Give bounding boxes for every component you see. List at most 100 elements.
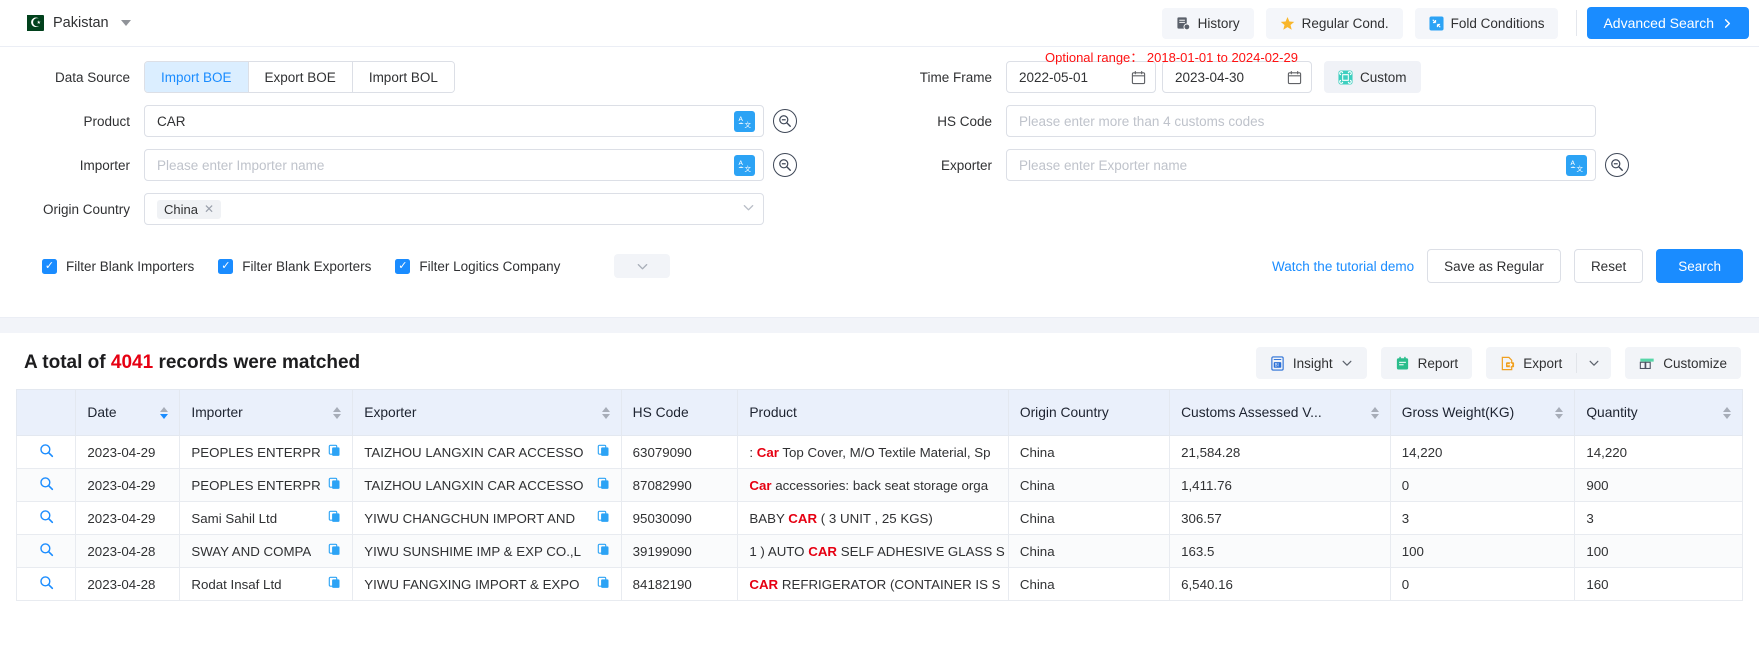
check-icon: ✓	[42, 259, 57, 274]
view-detail-icon[interactable]	[39, 478, 54, 495]
th-customs-value[interactable]: Customs Assessed V...	[1170, 390, 1391, 436]
product-highlight: CAR	[749, 577, 778, 592]
tab-export-boe[interactable]: Export BOE	[249, 62, 353, 92]
table-row[interactable]: 2023-04-28SWAY AND COMPAYIWU SUNSHIME IM…	[17, 535, 1743, 568]
cell-detail[interactable]	[17, 535, 76, 568]
copy-icon[interactable]	[591, 444, 610, 460]
cell-origin-country: China	[1008, 502, 1169, 535]
origin-country-select[interactable]: China ✕	[144, 193, 764, 225]
th-hs-code: HS Code	[621, 390, 738, 436]
close-icon[interactable]: ✕	[204, 202, 214, 216]
save-as-regular-button[interactable]: Save as Regular	[1427, 249, 1561, 283]
view-detail-icon[interactable]	[39, 577, 54, 594]
th-date[interactable]: Date	[76, 390, 180, 436]
sort-asc-icon	[602, 407, 610, 412]
sort-exporter[interactable]	[594, 407, 610, 419]
insight-label: Insight	[1293, 356, 1333, 371]
sort-quantity[interactable]	[1715, 407, 1731, 419]
cell-exporter: TAIZHOU LANGXIN CAR ACCESSO	[353, 436, 621, 469]
th-quantity[interactable]: Quantity	[1575, 390, 1743, 436]
expand-filters-button[interactable]	[614, 254, 670, 278]
origin-country-tag[interactable]: China ✕	[157, 200, 221, 219]
table-row[interactable]: 2023-04-28Rodat Insaf LtdYIWU FANGXING I…	[17, 568, 1743, 601]
history-button[interactable]: History	[1162, 8, 1254, 39]
svg-text:文: 文	[1576, 164, 1583, 172]
checkbox-filter-blank-importers[interactable]: ✓ Filter Blank Importers	[42, 259, 194, 274]
table-row[interactable]: 2023-04-29PEOPLES ENTERPRTAIZHOU LANGXIN…	[17, 469, 1743, 502]
reset-button[interactable]: Reset	[1574, 249, 1643, 283]
product-input[interactable]: CAR A文	[144, 105, 764, 137]
search-button[interactable]: Search	[1656, 249, 1743, 283]
cell-date: 2023-04-28	[76, 568, 180, 601]
th-exporter[interactable]: Exporter	[353, 390, 621, 436]
view-detail-icon[interactable]	[39, 511, 54, 528]
cell-importer: PEOPLES ENTERPR	[180, 469, 353, 502]
checkbox-label: Filter Blank Exporters	[242, 259, 371, 274]
th-gross-weight[interactable]: Gross Weight(KG)	[1390, 390, 1575, 436]
th-product: Product	[738, 390, 1009, 436]
cell-exporter: TAIZHOU LANGXIN CAR ACCESSO	[353, 469, 621, 502]
importer-placeholder: Please enter Importer name	[157, 158, 734, 173]
checkbox-filter-logistics-company[interactable]: ✓ Filter Logitics Company	[395, 259, 560, 274]
export-dropdown-button[interactable]	[1577, 347, 1611, 379]
copy-icon[interactable]	[322, 576, 341, 592]
copy-icon[interactable]	[322, 444, 341, 460]
sort-gross-weight[interactable]	[1547, 407, 1563, 419]
zoom-out-search-icon[interactable]	[773, 153, 797, 177]
sort-asc-icon	[333, 407, 341, 412]
date-start-value: 2022-05-01	[1019, 70, 1088, 85]
th-importer-label: Importer	[191, 405, 242, 420]
report-button[interactable]: Report	[1381, 347, 1473, 379]
th-detail	[17, 390, 76, 436]
results-total-prefix: A total of	[24, 352, 106, 373]
view-detail-icon[interactable]	[39, 445, 54, 462]
cell-product: : Car Top Cover, M/O Textile Material, S…	[738, 436, 1009, 469]
insight-button[interactable]: BI Insight	[1256, 347, 1367, 379]
sort-customs-value[interactable]	[1363, 407, 1379, 419]
advanced-search-button[interactable]: Advanced Search	[1587, 7, 1749, 39]
translate-icon[interactable]: A文	[1566, 155, 1587, 176]
sort-asc-icon	[1723, 407, 1731, 412]
copy-icon[interactable]	[591, 543, 610, 559]
chevron-down-icon[interactable]	[742, 201, 755, 217]
export-button[interactable]: Export	[1486, 347, 1576, 379]
product-highlight: Car	[749, 478, 771, 493]
fold-conditions-button[interactable]: Fold Conditions	[1415, 8, 1559, 39]
country-selector[interactable]: Pakistan	[22, 15, 131, 31]
regular-cond-button[interactable]: Regular Cond.	[1266, 8, 1403, 39]
sort-importer[interactable]	[325, 407, 341, 419]
tab-import-bol[interactable]: Import BOL	[353, 62, 454, 92]
hs-code-input[interactable]: Please enter more than 4 customs codes	[1006, 105, 1596, 137]
report-label: Report	[1418, 356, 1459, 371]
advanced-search-label: Advanced Search	[1603, 15, 1714, 31]
view-detail-icon[interactable]	[39, 544, 54, 561]
copy-icon[interactable]	[322, 543, 341, 559]
copy-icon[interactable]	[322, 477, 341, 493]
checkbox-filter-blank-exporters[interactable]: ✓ Filter Blank Exporters	[218, 259, 371, 274]
zoom-out-search-icon[interactable]	[773, 109, 797, 133]
copy-icon[interactable]	[322, 510, 341, 526]
sort-date[interactable]	[152, 407, 168, 419]
copy-icon[interactable]	[591, 510, 610, 526]
table-row[interactable]: 2023-04-29Sami Sahil LtdYIWU CHANGCHUN I…	[17, 502, 1743, 535]
th-importer[interactable]: Importer	[180, 390, 353, 436]
cell-hs-code: 63079090	[621, 436, 738, 469]
importer-input[interactable]: Please enter Importer name A文	[144, 149, 764, 181]
cell-origin-country: China	[1008, 469, 1169, 502]
translate-icon[interactable]: A文	[734, 155, 755, 176]
copy-icon[interactable]	[591, 576, 610, 592]
cell-detail[interactable]	[17, 568, 76, 601]
table-row[interactable]: 2023-04-29PEOPLES ENTERPRTAIZHOU LANGXIN…	[17, 436, 1743, 469]
tab-import-boe[interactable]: Import BOE	[145, 62, 249, 92]
customize-button[interactable]: Customize	[1625, 347, 1741, 379]
zoom-out-search-icon[interactable]	[1605, 153, 1629, 177]
cell-detail[interactable]	[17, 436, 76, 469]
translate-icon[interactable]: A文	[734, 111, 755, 132]
cell-detail[interactable]	[17, 502, 76, 535]
svg-text:BI: BI	[1275, 362, 1279, 367]
tutorial-demo-link[interactable]: Watch the tutorial demo	[1272, 259, 1414, 274]
custom-range-button[interactable]: Custom	[1324, 61, 1421, 93]
exporter-input[interactable]: Please enter Exporter name A文	[1006, 149, 1596, 181]
cell-detail[interactable]	[17, 469, 76, 502]
copy-icon[interactable]	[591, 477, 610, 493]
